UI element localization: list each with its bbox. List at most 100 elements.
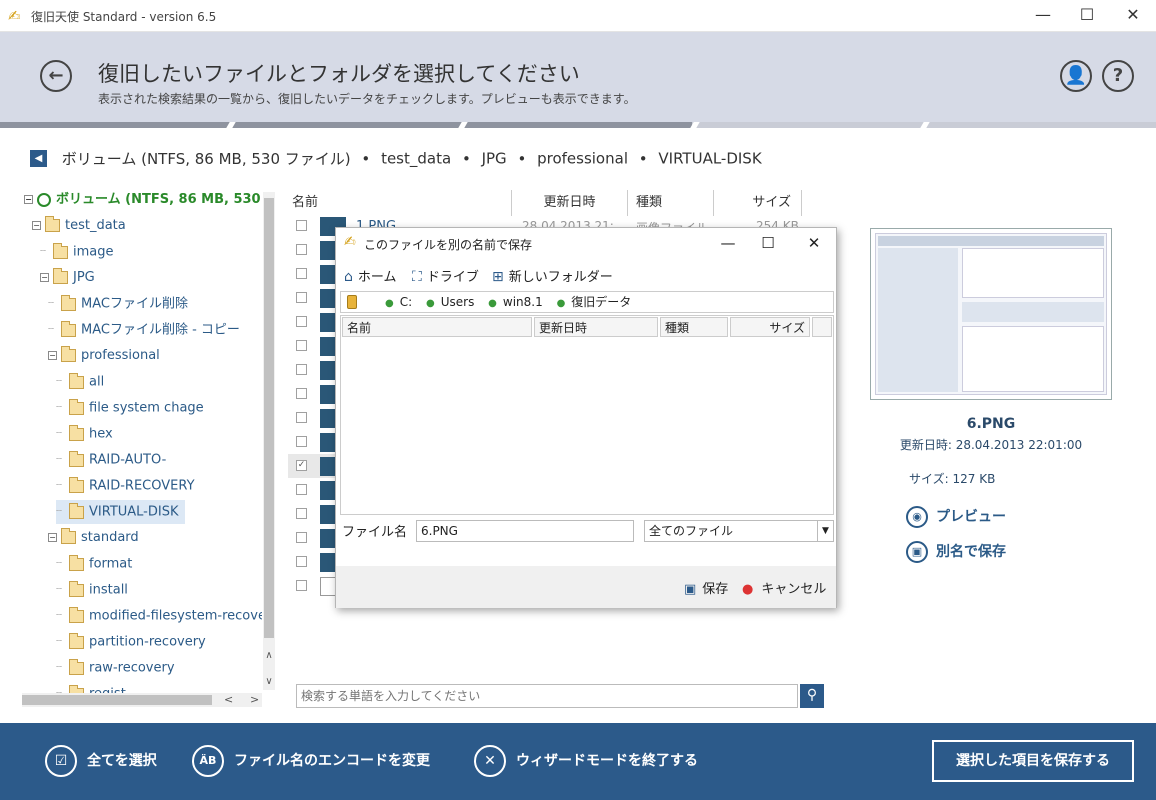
column-header-type[interactable]: 種類 [628,190,714,216]
close-button[interactable]: ✕ [1110,0,1156,32]
breadcrumb-item[interactable]: JPG [482,150,507,168]
dialog-save-button[interactable]: ▣ 保存 [684,578,728,597]
row-checkbox[interactable] [296,556,307,567]
help-button[interactable]: ? [1102,60,1134,92]
dialog-close-button[interactable]: ✕ [794,228,834,258]
breadcrumb-back-icon[interactable]: ◀ [30,150,47,167]
breadcrumb-separator: • [461,149,471,168]
tree-item[interactable]: ┄ modified-filesystem-recovery [56,604,262,628]
save-icon: ▣ [906,541,928,563]
breadcrumb-item[interactable]: professional [537,150,628,168]
dialog-cancel-button[interactable]: ● キャンセル [742,578,826,597]
drive-button[interactable]: ⛶ ドライブ [412,266,479,285]
dialog-column-size[interactable]: サイズ [730,317,810,337]
row-checkbox[interactable] [296,220,307,231]
row-checkbox[interactable] [296,532,307,543]
breadcrumb: ◀ ボリューム (NTFS, 86 MB, 530 ファイル) • test_d… [30,148,762,172]
tree-item[interactable]: ┄ hex [56,422,113,446]
row-checkbox[interactable] [296,412,307,423]
dialog-maximize-button[interactable]: ☐ [748,228,788,258]
breadcrumb-item[interactable]: test_data [381,150,451,168]
back-button[interactable]: ← [40,60,72,92]
folder-icon [45,216,60,232]
tree-horizontal-scrollbar[interactable]: < > [22,693,262,707]
tree-item[interactable]: − JPG [40,266,95,290]
path-item[interactable]: Users [441,295,475,309]
filename-input[interactable]: 6.PNG [416,520,634,542]
tree-item[interactable]: ┄ partition-recovery [56,630,206,654]
folder-icon [53,242,68,259]
search-input[interactable] [297,685,797,707]
home-icon: ⌂ [344,269,353,285]
search-box [296,684,798,708]
dialog-column-date[interactable]: 更新日時 [534,317,658,337]
tree-item[interactable]: − standard [48,526,139,550]
row-checkbox[interactable] [296,436,307,447]
dialog-minimize-button[interactable]: — [708,228,748,258]
folder-icon [61,294,76,311]
home-button[interactable]: ⌂ ホーム [344,266,397,285]
scrollbar-thumb[interactable] [264,198,274,638]
new-folder-button[interactable]: ⊞ 新しいフォルダー [492,266,613,285]
row-checkbox[interactable] [296,268,307,279]
search-button[interactable]: ⚲ [800,684,824,708]
row-checkbox[interactable] [296,388,307,399]
tree-item[interactable]: − professional [48,344,160,368]
row-checkbox[interactable] [296,580,307,591]
row-checkbox[interactable] [296,484,307,495]
row-checkbox[interactable] [296,316,307,327]
row-checkbox[interactable] [296,340,307,351]
tree-item[interactable]: ┄ all [56,370,104,394]
tree-item[interactable]: ┄ file system chage [56,396,204,420]
tree-item[interactable]: ┄regist [56,682,126,693]
change-encoding-button[interactable]: ÄB ファイル名のエンコードを変更 [192,744,430,778]
tree-item[interactable]: − test_data [32,214,126,238]
row-checkbox[interactable] [296,364,307,375]
column-header-date[interactable]: 更新日時 [512,190,628,216]
path-item[interactable]: win8.1 [503,295,543,309]
eye-icon: ◉ [906,506,928,528]
account-button[interactable]: 👤 [1060,60,1092,92]
path-item[interactable]: C: [400,295,412,309]
maximize-button[interactable]: ☐ [1064,0,1110,32]
tree-item-selected[interactable]: ┄ VIRTUAL-DISK [56,500,185,524]
save-as-link[interactable]: ▣ 別名で保存 [906,541,1006,563]
breadcrumb-item[interactable]: VIRTUAL-DISK [658,150,761,168]
tree-item[interactable]: ┄ format [56,552,132,576]
row-checkbox[interactable] [296,244,307,255]
folder-icon [69,450,84,467]
row-checkbox[interactable] [296,292,307,303]
tree-item[interactable]: ┄ image [40,240,114,264]
tree-item[interactable]: ┄ RAID-AUTO- [56,448,166,472]
tree-vertical-scrollbar[interactable]: ∧ ∨ [263,192,275,690]
breadcrumb-item[interactable]: ボリューム (NTFS, 86 MB, 530 ファイル) [62,150,351,168]
tree-root[interactable]: −ボリューム (NTFS, 86 MB, 530 ファイル) [24,188,262,212]
scroll-down-icon[interactable]: ∨ [263,676,275,687]
scroll-right-icon[interactable]: > [250,693,259,706]
tree-item[interactable]: ┄ MACファイル削除 - コピー [48,318,240,342]
scroll-left-icon[interactable]: < [224,693,233,706]
dialog-column-type[interactable]: 種類 [660,317,728,337]
dialog-column-name[interactable]: 名前 [342,317,532,337]
preview-thumbnail[interactable] [870,228,1112,400]
column-header-name[interactable]: 名前 [292,190,512,216]
scroll-up-icon[interactable]: ∧ [263,650,275,661]
tree-item[interactable]: ┄ raw-recovery [56,656,175,680]
preview-file-size: サイズ: 127 KB [909,472,996,486]
minimize-button[interactable]: — [1020,0,1066,32]
select-all-button[interactable]: ☑ 全てを選択 [45,744,157,778]
tree-item[interactable]: ┄ install [56,578,128,602]
preview-link[interactable]: ◉ プレビュー [906,506,1006,528]
path-item[interactable]: 復旧データ [571,295,631,309]
row-checkbox[interactable] [296,508,307,519]
filetype-select[interactable]: 全てのファイル ▼ [644,520,834,542]
bookmark-icon[interactable] [347,295,357,309]
tree-item[interactable]: ┄ RAID-RECOVERY [56,474,195,498]
row-checkbox-checked[interactable]: ✓ [296,460,307,471]
scrollbar-thumb[interactable] [22,695,212,705]
save-selected-button[interactable]: 選択した項目を保存する [932,740,1134,782]
column-header-size[interactable]: サイズ [714,190,802,216]
close-circle-icon: ✕ [474,745,506,777]
exit-wizard-button[interactable]: ✕ ウィザードモードを終了する [474,744,698,778]
tree-item[interactable]: ┄ MACファイル削除 [48,292,188,316]
